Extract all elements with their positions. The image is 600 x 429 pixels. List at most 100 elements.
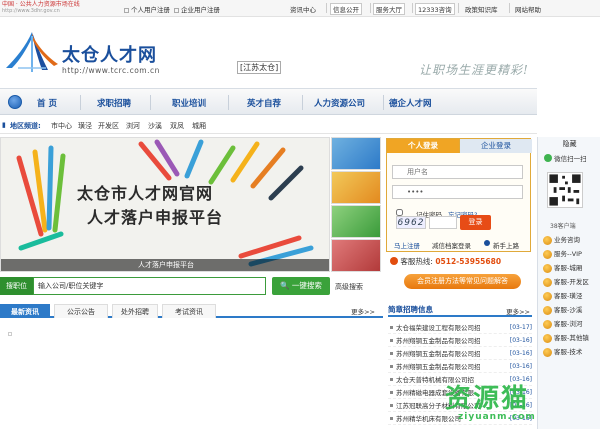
hide-panel-button[interactable]: 隐藏 [538, 139, 600, 149]
service-item[interactable]: 业务咨询 [541, 234, 599, 247]
banner-caption[interactable]: 人才落户申报平台 [1, 259, 329, 271]
bullet-icon [390, 378, 393, 381]
job-search-bar: 搜职位 🔍 一键搜索 高级搜索 [0, 275, 383, 297]
list-item[interactable]: 苏州翔钢五金制品有限公司招 [03-16] [388, 361, 532, 373]
floating-service-panel: 隐藏 微信扫一扫 38客户端 业务咨询 服务--VIP 客服-城厢 客服-开发区… [537, 137, 600, 429]
hotline-label: 客服热线: [400, 257, 433, 266]
top-link-policy[interactable]: 政策知识库 [462, 3, 501, 15]
nav-german-talent[interactable]: 德企人才网 [389, 97, 432, 109]
thumbnail[interactable] [331, 205, 381, 238]
remember-checkbox[interactable] [396, 209, 403, 216]
hotline-number: 0512-53955680 [435, 257, 502, 266]
archive-login-link[interactable]: 减信档案登录 [432, 240, 471, 250]
area-item[interactable]: 开发区 [98, 121, 119, 131]
area-item[interactable]: 璜泾 [78, 121, 92, 131]
qq-icon [543, 250, 552, 259]
help-icon [484, 240, 490, 246]
qq-icon [543, 292, 552, 301]
qq-icon [543, 278, 552, 287]
area-item[interactable]: 市中心 [51, 121, 72, 131]
qq-icon [543, 348, 552, 357]
faq-button[interactable]: 会员注册方法等常见问题解答 [404, 274, 521, 289]
area-item[interactable]: 双凤 [170, 121, 184, 131]
tab-latest-news[interactable]: 最新资讯 [0, 304, 50, 318]
top-link-12333[interactable]: 12333咨询 [415, 3, 455, 15]
area-channel-bar: 地区频道: ▮ 市中心 璜泾 开发区 浏河 沙溪 双凤 城厢 [0, 117, 537, 134]
username-input[interactable] [392, 165, 523, 179]
captcha-image[interactable]: 6962 [396, 216, 426, 229]
tab-exam-news[interactable]: 考试资讯 [162, 304, 216, 318]
advanced-search-link[interactable]: 高级搜索 [335, 282, 363, 292]
novice-link[interactable]: 新手上路 [493, 240, 519, 250]
bullet-icon [390, 365, 393, 368]
divider [370, 3, 371, 13]
nav-hr-company[interactable]: 人力资源公司 [314, 97, 365, 109]
qq-icon [543, 320, 552, 329]
wechat-scan: 微信扫一扫 [544, 153, 587, 163]
divider [302, 95, 303, 110]
news-more-link[interactable]: 更多>> [351, 306, 375, 316]
globe-icon[interactable] [8, 95, 22, 109]
top-link-service-hall[interactable]: 服务大厅 [373, 3, 405, 15]
nav-training[interactable]: 职业培训 [172, 97, 206, 109]
bullet-icon [390, 326, 393, 329]
qq-icon [543, 236, 552, 245]
service-item[interactable]: 客服-沙溪 [541, 304, 599, 317]
nav-talent[interactable]: 英才自荐 [247, 97, 281, 109]
logo-url: http://www.tcrc.com.cn [62, 66, 160, 75]
tab-personal-login[interactable]: 个人登录 [387, 139, 459, 153]
thumbnail[interactable] [331, 239, 381, 272]
watermark-url: ziyuanm.com [458, 412, 536, 422]
personal-register-link[interactable]: 个人用户注册 [124, 4, 170, 14]
building-icon [174, 8, 179, 13]
service-item[interactable]: 服务--VIP [541, 248, 599, 261]
logo-mark-icon[interactable] [4, 28, 60, 78]
service-item[interactable]: 客服-璜泾 [541, 290, 599, 303]
thumbnail[interactable] [331, 137, 381, 170]
list-item[interactable]: 苏州翔钢五金制品有限公司招 [03-16] [388, 348, 532, 360]
search-input[interactable] [33, 277, 266, 295]
area-item[interactable]: 浏河 [126, 121, 140, 131]
service-item[interactable]: 客服-城厢 [541, 262, 599, 275]
city-label[interactable]: [江苏太仓] [237, 61, 282, 74]
nav-jobs[interactable]: 求职招聘 [97, 97, 131, 109]
company-register-link[interactable]: 企业用户注册 [174, 4, 220, 14]
hotline: 客服热线: 0512-53955680 [390, 256, 501, 267]
logo-title[interactable]: 太仓人才网 [62, 41, 157, 67]
recruit-more-link[interactable]: 更多>> [506, 306, 530, 316]
search-button[interactable]: 🔍 一键搜索 [272, 277, 330, 295]
list-item[interactable]: 太仓福荣建设工程有限公司招 [03-17] [388, 322, 532, 334]
divider [80, 95, 81, 110]
divider [326, 3, 327, 13]
tab-company-login[interactable]: 企业登录 [459, 139, 532, 153]
divider [509, 3, 510, 13]
list-item[interactable]: 苏州翔钢五金制品有限公司招 [03-16] [388, 335, 532, 347]
divider [412, 3, 413, 13]
area-item[interactable]: 城厢 [192, 121, 206, 131]
thumbnail[interactable] [331, 171, 381, 204]
tab-announcements[interactable]: 公示公告 [54, 304, 108, 318]
service-item[interactable]: 客服-其他镇 [541, 332, 599, 345]
service-item[interactable]: 客服-开发区 [541, 276, 599, 289]
phone-icon [390, 257, 398, 265]
top-link-help[interactable]: 网站帮助 [512, 3, 544, 15]
area-label: 地区频道: [10, 122, 41, 130]
login-button[interactable]: 登录 [460, 215, 491, 230]
captcha-input[interactable] [429, 216, 457, 229]
bullet-icon [390, 404, 393, 407]
site-identity: 中国 · 公共人力资源市场在线 http://www.3dhr.gov.cn [2, 1, 80, 15]
slogan: 让职场生涯更精彩! [419, 63, 529, 77]
banner-slide[interactable]: 太仓市人才网官网 人才落户申报平台 人才落户申报平台 [0, 137, 330, 272]
nav-home[interactable]: 首 页 [37, 97, 57, 109]
service-item[interactable]: 客服-技术 [541, 346, 599, 359]
register-link[interactable]: 马上注册 [394, 240, 420, 250]
area-item[interactable]: 沙溪 [148, 121, 162, 131]
tab-external-recruit[interactable]: 处外招聘 [112, 304, 158, 318]
top-link-news-center[interactable]: 资讯中心 [287, 3, 319, 15]
service-item[interactable]: 客服-浏河 [541, 318, 599, 331]
password-input[interactable] [392, 185, 523, 199]
search-type-label[interactable]: 搜职位 [0, 277, 33, 295]
top-link-info-public[interactable]: 信息公开 [330, 3, 362, 15]
divider [228, 95, 229, 110]
qq-icon [543, 334, 552, 343]
